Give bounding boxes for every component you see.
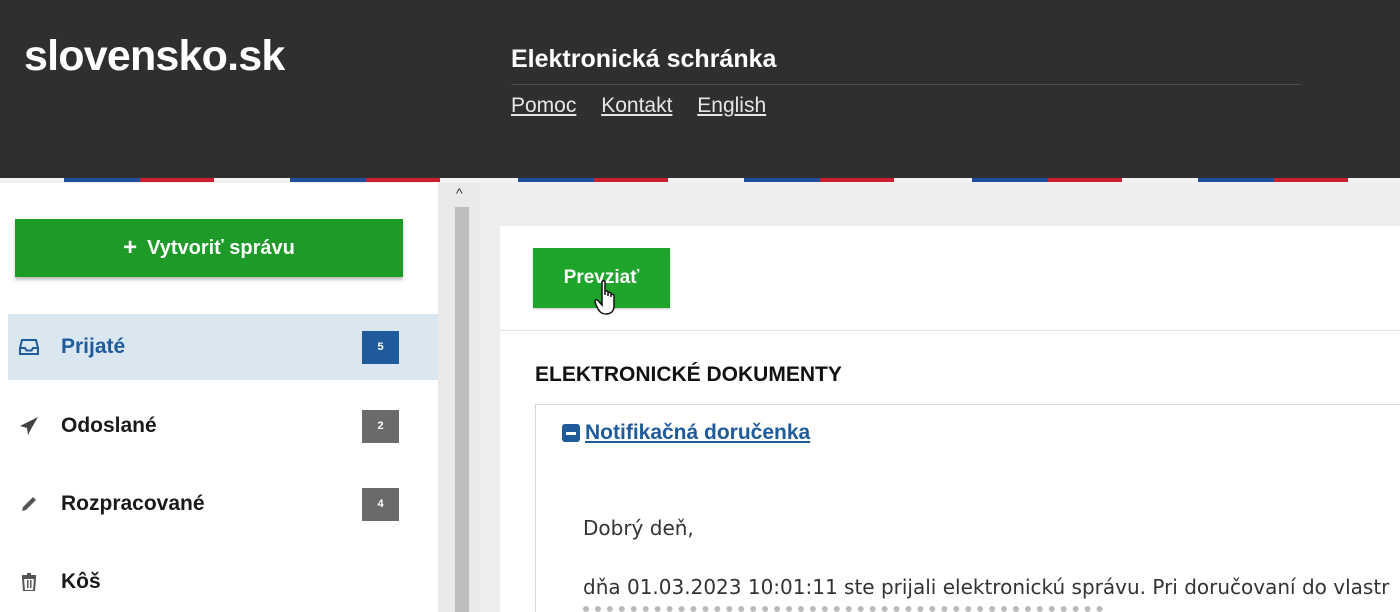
create-message-label: Vytvoriť správu <box>147 236 295 259</box>
count-badge: 4 <box>362 487 399 521</box>
sidebar-scrollbar[interactable]: ^ <box>438 183 480 612</box>
pencil-icon <box>18 493 40 515</box>
sidebar: + Vytvoriť správu Prijaté 5 Odoslané 2 R… <box>0 183 438 612</box>
scroll-thumb[interactable] <box>455 207 469 612</box>
document-link[interactable]: Notifikačná doručenka <box>562 421 810 445</box>
sidebar-item-label: Prijaté <box>61 335 126 358</box>
title-divider <box>511 84 1301 85</box>
count-badge: 2 <box>362 409 399 443</box>
document-body: dňa 01.03.2023 10:01:11 ste prijali elek… <box>583 575 1390 599</box>
section-heading: ELEKTRONICKÉ DOKUMENTY <box>535 363 842 386</box>
document-body-next-line <box>583 606 1183 612</box>
document-greeting: Dobrý deň, <box>583 516 694 540</box>
app-title: Elektronická schránka <box>511 45 777 73</box>
send-icon <box>18 415 40 437</box>
header-links: Pomoc Kontakt English <box>511 94 785 118</box>
inbox-icon <box>18 336 40 358</box>
contact-link[interactable]: Kontakt <box>601 94 672 117</box>
create-message-button[interactable]: + Vytvoriť správu <box>15 219 403 277</box>
top-bar: slovensko.sk Elektronická schránka Pomoc… <box>0 0 1400 178</box>
document-link-label: Notifikačná doručenka <box>585 421 811 444</box>
scroll-up-icon[interactable]: ^ <box>456 186 468 200</box>
plus-icon: + <box>123 234 138 261</box>
collapse-icon[interactable] <box>562 424 580 442</box>
logo[interactable]: slovensko.sk <box>24 32 285 81</box>
sidebar-item-trash[interactable]: Kôš <box>8 549 438 612</box>
sidebar-item-received[interactable]: Prijaté 5 <box>8 314 438 380</box>
sidebar-item-drafts[interactable]: Rozpracované 4 <box>8 471 438 537</box>
panel-divider <box>500 330 1400 331</box>
sidebar-item-label: Odoslané <box>61 414 157 437</box>
english-link[interactable]: English <box>697 94 766 117</box>
trash-icon <box>18 571 40 593</box>
help-link[interactable]: Pomoc <box>511 94 576 117</box>
sidebar-item-label: Kôš <box>61 570 101 593</box>
hand-cursor-icon <box>594 280 615 315</box>
sidebar-item-label: Rozpracované <box>61 492 205 515</box>
count-badge: 5 <box>362 330 399 364</box>
sidebar-item-sent[interactable]: Odoslané 2 <box>8 393 438 459</box>
